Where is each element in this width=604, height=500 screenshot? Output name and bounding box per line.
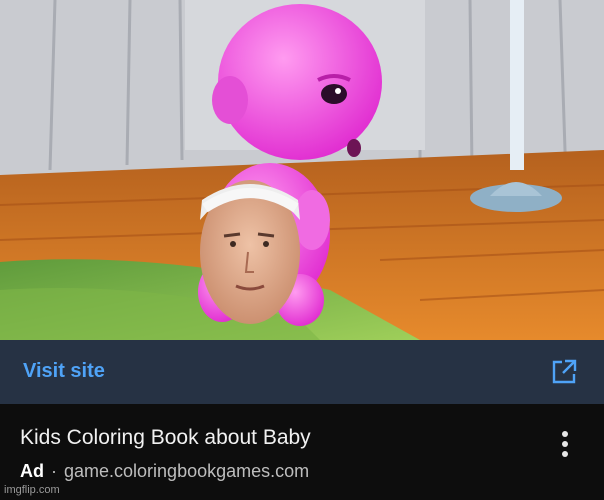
- external-link-icon[interactable]: [548, 356, 580, 388]
- more-vertical-icon[interactable]: [552, 428, 578, 460]
- ad-meta: Ad · game.coloringbookgames.com: [20, 461, 309, 482]
- ad-title[interactable]: Kids Coloring Book about Baby: [20, 426, 311, 450]
- separator-dot: ·: [51, 461, 57, 481]
- ad-image[interactable]: [0, 0, 604, 340]
- ad-badge: Ad: [20, 461, 44, 481]
- ad-info: Kids Coloring Book about Baby Ad · game.co…: [0, 404, 604, 500]
- watermark: imgflip.com: [4, 484, 60, 496]
- visit-site-bar[interactable]: Visit site: [0, 340, 604, 404]
- visit-site-link[interactable]: Visit site: [23, 360, 105, 383]
- ad-domain: game.coloringbookgames.com: [64, 461, 310, 481]
